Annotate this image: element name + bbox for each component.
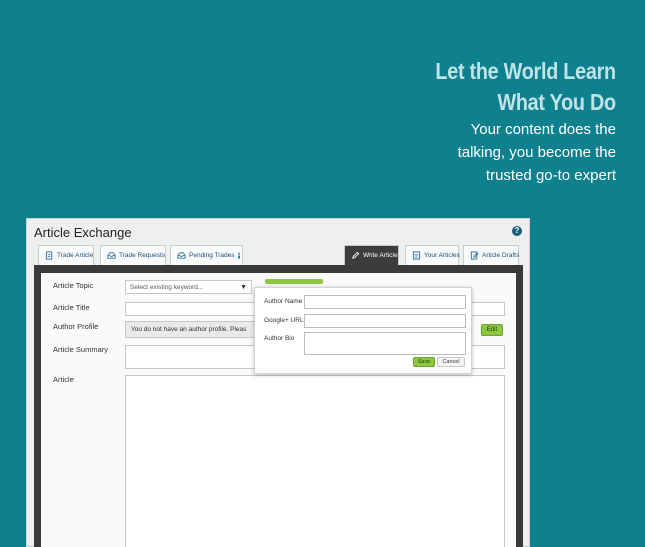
google-url-label: Google+ URL [264, 317, 304, 324]
hero: Let the World Learn What You Do Your con… [406, 56, 617, 187]
document-icon [412, 251, 421, 260]
tab-article-drafts[interactable]: Article Drafts [463, 245, 519, 265]
tab-pending-trades[interactable]: Pending Trades 0 [170, 245, 243, 265]
tab-label: Pending Trades [189, 252, 235, 259]
article-summary-label: Article Summary [53, 345, 109, 354]
hero-subtitle-line-2: talking, you become the [457, 144, 616, 161]
tab-your-articles[interactable]: Your Articles [405, 245, 460, 265]
author-profile-label: Author Profile [53, 322, 99, 331]
tab-trade-requests[interactable]: Trade Requests [100, 245, 166, 265]
tab-trade-article[interactable]: Trade Article [38, 245, 94, 265]
inbox-icon [177, 252, 186, 259]
article-label: Article [53, 375, 74, 384]
document-edit-icon [45, 251, 53, 260]
hero-subtitle-line-3: trusted go-to expert [485, 167, 616, 184]
tab-label: Article Drafts [482, 252, 520, 259]
pencil-icon [352, 251, 360, 259]
app-title: Article Exchange [34, 225, 132, 240]
tab-write-article[interactable]: Write Article [344, 245, 399, 265]
tab-label: Trade Article [57, 252, 94, 259]
edit-author-button[interactable]: Edit [481, 324, 503, 336]
inbox-icon [107, 252, 116, 259]
save-button[interactable]: Save [413, 357, 435, 367]
document-edit-icon [470, 251, 479, 260]
author-bio-label: Author Bio [264, 335, 295, 342]
article-title-label: Article Title [53, 303, 90, 312]
author-name-label: Author Name [264, 298, 303, 305]
author-profile-notice: You do not have an author profile. Pleas [125, 321, 257, 338]
google-url-input[interactable] [304, 314, 466, 328]
hero-subtitle-line-1: Your content does the [470, 121, 616, 138]
hero-title-line-1: Let the World Learn [435, 58, 617, 84]
tab-label: Trade Requests [119, 252, 166, 259]
topic-placeholder: Select existing keyword... [130, 284, 204, 291]
hero-title-line-2: What You Do [497, 89, 617, 115]
tab-label: Your Articles [424, 252, 460, 259]
author-bio-input[interactable] [304, 332, 466, 355]
cancel-button[interactable]: Cancel [437, 357, 465, 367]
article-exchange-window: Article Exchange ? Trade Article Trade R… [26, 218, 530, 547]
article-topic-select[interactable]: Select existing keyword... ▼ [125, 280, 252, 294]
article-topic-label: Article Topic [53, 281, 94, 290]
chevron-down-icon: ▼ [240, 284, 247, 291]
author-profile-popup: Author Name Google+ URL Author Bio Save … [254, 287, 472, 374]
pending-count-badge: 0 [237, 252, 241, 259]
help-icon[interactable]: ? [512, 226, 522, 236]
green-action-strip[interactable] [265, 279, 323, 284]
author-name-input[interactable] [304, 295, 466, 309]
tab-label: Write Article [363, 252, 398, 259]
article-body-input[interactable] [125, 375, 505, 547]
